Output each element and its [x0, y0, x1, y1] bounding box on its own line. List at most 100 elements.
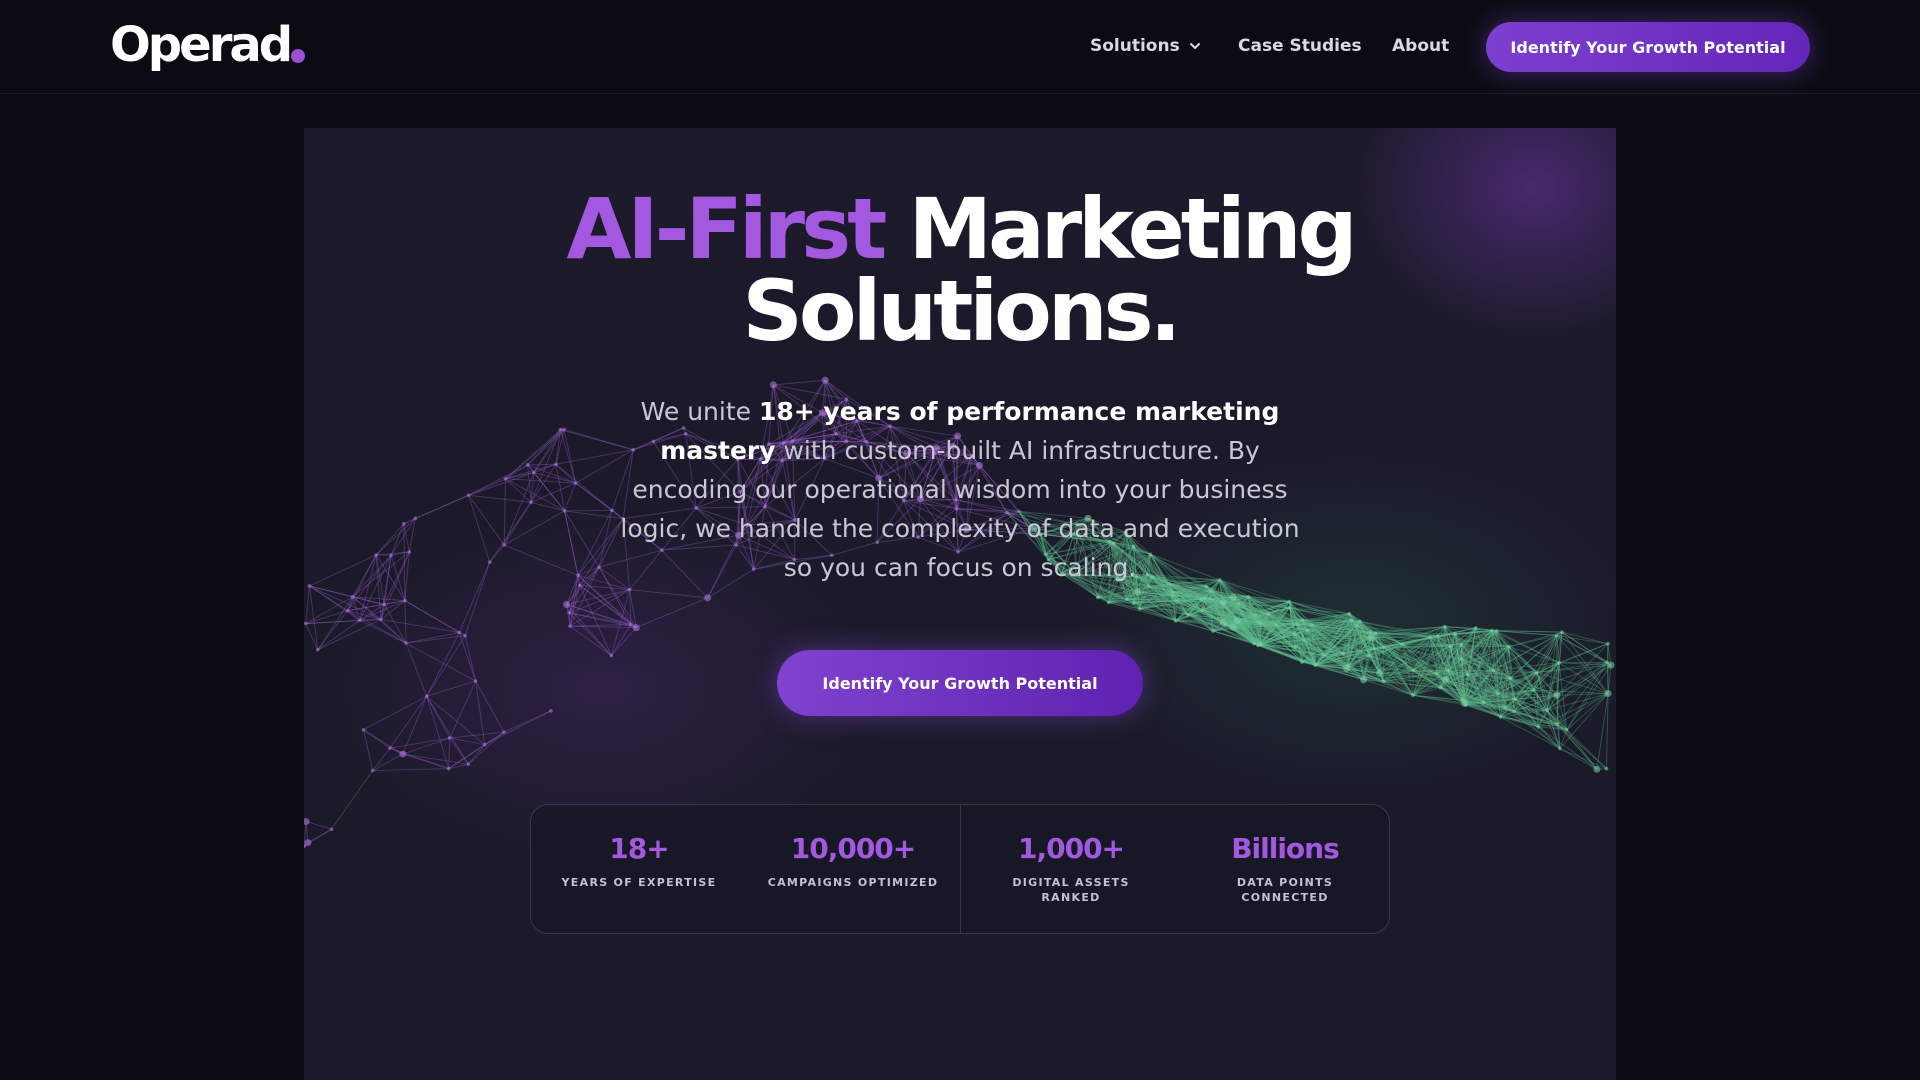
mesh-node — [1513, 697, 1517, 701]
mesh-line — [426, 632, 460, 697]
mesh-line — [773, 379, 826, 386]
mesh-node — [1293, 645, 1297, 649]
mesh-node — [1446, 668, 1450, 673]
mesh-node — [1236, 601, 1241, 606]
mesh-line — [402, 753, 469, 765]
stat-value: Billions — [1231, 832, 1340, 865]
mesh-node — [610, 508, 614, 513]
mesh-node — [315, 647, 320, 652]
mesh-node — [1373, 631, 1378, 636]
mesh-line — [530, 501, 565, 512]
mesh-node — [1274, 623, 1279, 628]
mesh-line — [636, 597, 708, 629]
mesh-line — [464, 635, 477, 682]
mesh-node — [1266, 612, 1270, 616]
mesh-line — [347, 554, 377, 611]
stat-value: 1,000+ — [1017, 832, 1125, 865]
mesh-node — [1448, 644, 1453, 648]
mesh-line — [527, 429, 561, 466]
mesh-node — [1428, 635, 1432, 639]
mesh-node — [1438, 685, 1443, 690]
mesh-node — [1287, 599, 1291, 604]
mesh-line — [331, 770, 374, 830]
mesh-node — [769, 381, 777, 389]
mesh-node — [573, 481, 578, 485]
mesh-node — [1372, 646, 1377, 651]
mesh-line — [610, 624, 632, 656]
mesh-node — [1355, 623, 1359, 628]
mesh-node — [562, 509, 567, 513]
mesh-node — [1357, 619, 1362, 624]
mesh-node — [1203, 596, 1207, 601]
mesh-node — [379, 617, 383, 622]
mesh-node — [1508, 676, 1513, 680]
mesh-node — [1234, 616, 1242, 624]
mesh-node — [1534, 670, 1539, 675]
mesh-node — [1346, 664, 1350, 668]
mesh-node — [482, 742, 487, 747]
site-header: Operad Solutions Case Studies About Iden… — [0, 0, 1920, 94]
mesh-node — [403, 598, 407, 603]
mesh-node — [1442, 624, 1447, 629]
nav-about[interactable]: About — [1392, 36, 1449, 56]
header-cta-button[interactable]: Identify Your Growth Potential — [1486, 22, 1810, 72]
mesh-line — [629, 589, 708, 599]
mesh-node — [304, 818, 310, 826]
stat-assets: 1,000+ Digital Assets Ranked — [971, 831, 1171, 905]
stat-label: Years of Expertise — [561, 876, 717, 889]
chevron-down-icon — [1189, 43, 1200, 49]
mesh-node — [1558, 746, 1562, 751]
mesh-node — [1503, 705, 1508, 710]
nav-case-studies[interactable]: Case Studies — [1238, 36, 1362, 56]
mesh-line — [305, 821, 332, 830]
mesh-node — [404, 641, 408, 645]
mesh-node — [1557, 660, 1561, 665]
mesh-line — [404, 600, 407, 644]
mesh-node — [374, 553, 378, 557]
nav-solutions[interactable]: Solutions — [1090, 36, 1202, 56]
mesh-node — [1174, 599, 1179, 603]
mesh-line — [309, 585, 361, 621]
mesh-node — [399, 750, 407, 758]
mesh-node — [567, 611, 572, 615]
hero-description: We unite 18+ years of performance market… — [618, 392, 1302, 587]
mesh-line — [375, 554, 385, 605]
mesh-node — [1481, 701, 1486, 705]
mesh-node — [1604, 689, 1612, 697]
mesh-node — [1186, 612, 1190, 617]
mesh-node — [307, 584, 312, 588]
mesh-node — [401, 521, 406, 526]
mesh-node — [382, 602, 387, 607]
mesh-node — [1256, 643, 1260, 648]
mesh-line — [449, 680, 477, 739]
logo-text: Operad — [110, 17, 293, 73]
mesh-line — [448, 737, 451, 769]
mesh-line — [564, 510, 600, 568]
mesh-line — [317, 610, 348, 651]
mesh-node — [304, 839, 312, 847]
mesh-node — [1310, 623, 1314, 627]
mesh-node — [473, 679, 478, 683]
mesh-node — [1381, 679, 1386, 684]
description-part1: We unite — [640, 397, 759, 426]
mesh-line — [372, 753, 404, 771]
mesh-line — [372, 747, 391, 771]
mesh-node — [1301, 638, 1306, 642]
hero-cta-button[interactable]: Identify Your Growth Potential — [777, 650, 1143, 716]
mesh-node — [1606, 641, 1610, 646]
stats-divider — [960, 805, 961, 933]
mesh-line — [363, 729, 374, 771]
mesh-node — [1555, 722, 1560, 727]
mesh-node — [502, 730, 506, 734]
mesh-line — [579, 518, 624, 586]
mesh-node — [1096, 595, 1100, 600]
mesh-line — [464, 562, 491, 636]
mesh-node — [549, 709, 553, 713]
mesh-node — [1208, 596, 1212, 601]
logo[interactable]: Operad — [110, 14, 306, 76]
mesh-node — [529, 500, 533, 505]
mesh-line — [503, 544, 579, 576]
logo-dot-icon — [291, 49, 306, 63]
mesh-node — [1376, 669, 1384, 677]
stat-value: 10,000+ — [790, 832, 917, 865]
